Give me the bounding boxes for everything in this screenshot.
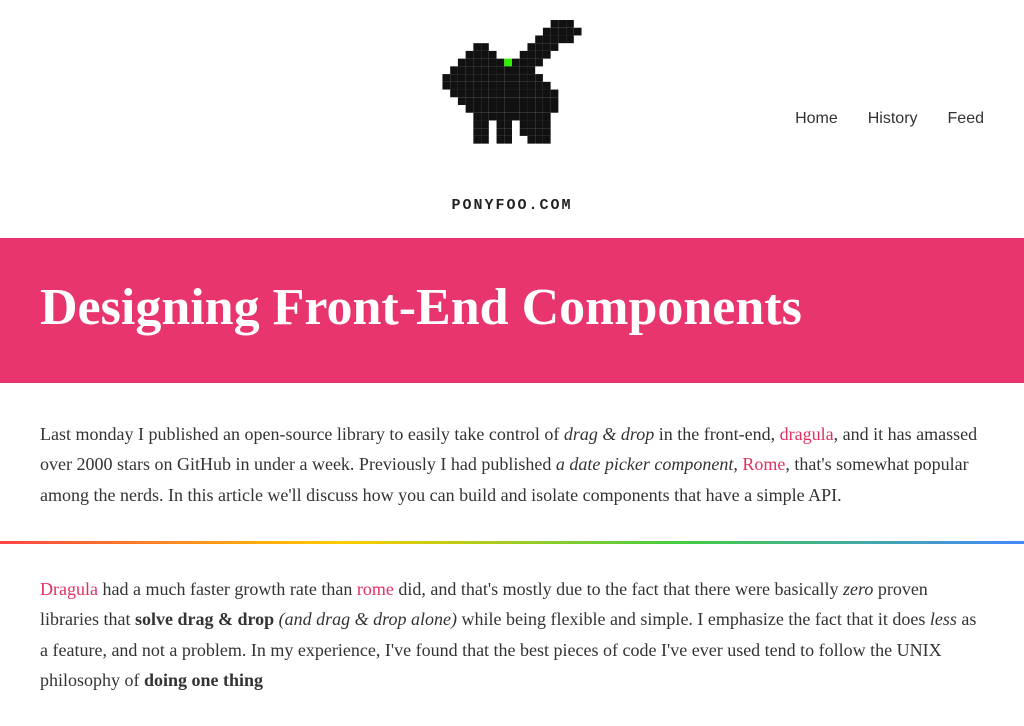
intro-section: Last monday I published an open-source l… bbox=[0, 383, 1024, 544]
body-bold-2: doing one thing bbox=[144, 670, 263, 690]
body-paragraph: Dragula had a much faster growth rate th… bbox=[40, 574, 984, 696]
logo-area: PONYFOO.COM bbox=[442, 20, 582, 218]
main-nav: Home History Feed bbox=[795, 106, 984, 132]
rome-link[interactable]: Rome bbox=[742, 454, 785, 474]
intro-italic-1: drag & drop bbox=[564, 424, 654, 444]
body-text-2: did, and that's mostly due to the fact t… bbox=[394, 579, 843, 599]
nav-home[interactable]: Home bbox=[795, 106, 838, 132]
nav-history[interactable]: History bbox=[868, 106, 918, 132]
nav-feed[interactable]: Feed bbox=[948, 106, 984, 132]
site-logo bbox=[442, 20, 582, 190]
hero-section: Designing Front-End Components bbox=[0, 238, 1024, 383]
site-title: PONYFOO.COM bbox=[451, 194, 572, 218]
page-title: Designing Front-End Components bbox=[40, 278, 802, 338]
intro-text-1: Last monday I published an open-source l… bbox=[40, 424, 564, 444]
intro-italic-2: a date picker component bbox=[556, 454, 733, 474]
body-text-1: had a much faster growth rate than bbox=[98, 579, 357, 599]
dragula-link[interactable]: dragula bbox=[780, 424, 834, 444]
body-italic-1: zero bbox=[843, 579, 873, 599]
intro-text-2: in the front-end, bbox=[654, 424, 779, 444]
rome-link-2[interactable]: rome bbox=[357, 579, 394, 599]
dragula-link-2[interactable]: Dragula bbox=[40, 579, 98, 599]
site-header: PONYFOO.COM Home History Feed bbox=[0, 0, 1024, 238]
body-italic-2: (and drag & drop alone) bbox=[279, 609, 457, 629]
body-italic-3: less bbox=[930, 609, 957, 629]
body-bold-1: solve drag & drop bbox=[135, 609, 274, 629]
intro-paragraph: Last monday I published an open-source l… bbox=[40, 419, 984, 511]
content-section: Dragula had a much faster growth rate th… bbox=[0, 544, 1024, 726]
